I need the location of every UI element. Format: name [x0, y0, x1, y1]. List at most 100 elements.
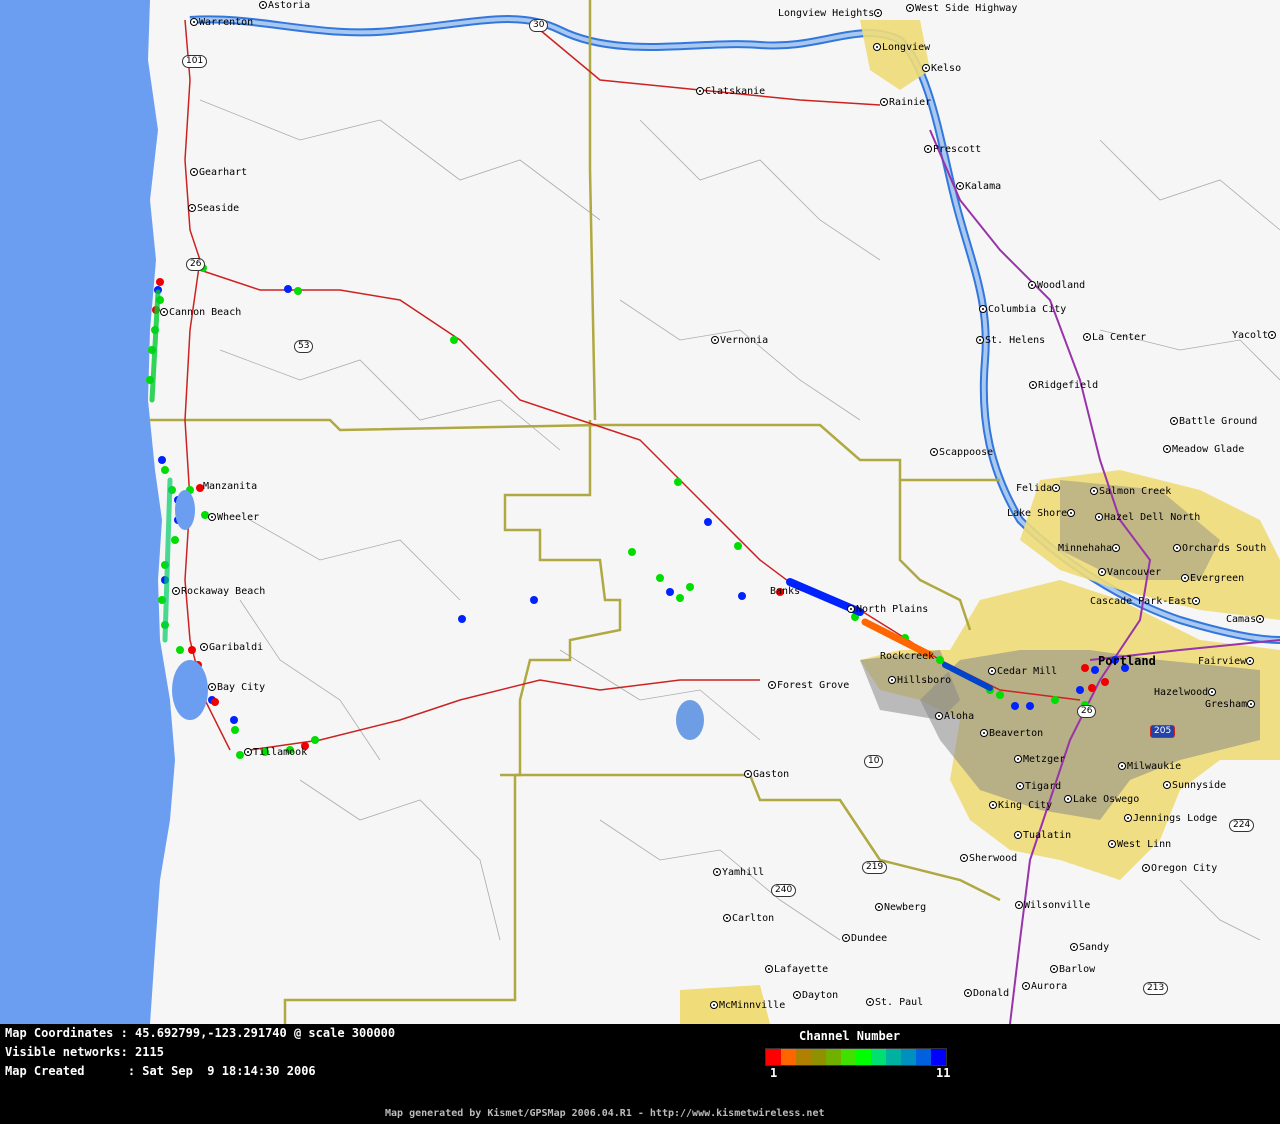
city-label: Gearhart	[190, 168, 247, 178]
city-label: Scappoose	[930, 448, 993, 458]
city-label: Fairview	[1198, 657, 1255, 667]
channel-color-scale	[765, 1048, 947, 1066]
city-label: Sandy	[1070, 943, 1109, 953]
map-canvas[interactable]: Astoria Warrenton Longview Heights West …	[0, 0, 1280, 1024]
city-label: Barlow	[1050, 965, 1095, 975]
city-label: Prescott	[924, 145, 981, 155]
city-label: Lake Oswego	[1064, 795, 1139, 805]
legend-swatch	[871, 1049, 886, 1065]
city-label: Rockaway Beach	[172, 587, 265, 597]
legend-swatch	[826, 1049, 841, 1065]
highway-shield: 213	[1143, 982, 1169, 995]
city-label: Kelso	[922, 64, 961, 74]
city-label: Gaston	[744, 770, 789, 780]
map-created: Map Created : Sat Sep 9 18:14:30 2006	[5, 1064, 316, 1078]
legend-swatch	[901, 1049, 916, 1065]
interstate-shield: 205	[1150, 725, 1176, 738]
city-label: Kalama	[956, 182, 1001, 192]
city-label: Carlton	[723, 914, 774, 924]
city-label: Garibaldi	[200, 643, 263, 653]
city-label: Yamhill	[713, 868, 764, 878]
city-label: Beaverton	[980, 729, 1043, 739]
legend-title: Channel Number	[799, 1029, 901, 1043]
city-label: Rockcreek	[880, 651, 935, 662]
city-label: West Linn	[1108, 840, 1171, 850]
city-label: Manzanita	[203, 481, 258, 492]
highway-shield: 101	[182, 55, 208, 68]
city-label: Aurora	[1022, 982, 1067, 992]
city-label: Rainier	[880, 98, 931, 108]
legend-swatch	[796, 1049, 811, 1065]
highway-shield: 26	[186, 258, 206, 271]
legend-swatch	[766, 1049, 781, 1065]
city-label: Ridgefield	[1029, 381, 1098, 391]
city-label: Metzger	[1014, 755, 1065, 765]
city-label: Dundee	[842, 934, 887, 944]
legend-max: 11	[936, 1066, 951, 1080]
city-label: Wheeler	[208, 513, 259, 523]
city-label: Jennings Lodge	[1124, 814, 1217, 824]
city-label: Felida	[1016, 484, 1061, 494]
city-label: Clatskanie	[696, 87, 765, 97]
city-label: Donald	[964, 989, 1009, 999]
city-label: Longview Heights	[778, 9, 883, 19]
city-label: Astoria	[259, 1, 310, 11]
city-label: Cascade Park-East	[1090, 597, 1201, 607]
city-label: Dayton	[793, 991, 838, 1001]
city-label: Hazel Dell North	[1095, 513, 1200, 523]
city-label: Meadow Glade	[1163, 445, 1244, 455]
city-label: Camas	[1226, 615, 1265, 625]
city-label: Bay City	[208, 683, 265, 693]
city-label: Yacolt	[1232, 331, 1277, 341]
city-label: Newberg	[875, 903, 926, 913]
legend-swatch	[781, 1049, 796, 1065]
city-label: Minnehaha	[1058, 544, 1121, 554]
city-label: West Side Highway	[906, 4, 1017, 14]
city-label: Forest Grove	[768, 681, 849, 691]
highway-shield: 10	[864, 755, 884, 768]
city-label: Oregon City	[1142, 864, 1217, 874]
city-label: North Plains	[847, 605, 928, 615]
highway-shield: 30	[529, 19, 549, 32]
city-label: Sherwood	[960, 854, 1017, 864]
city-label: Lake Shore	[1007, 509, 1076, 519]
ocean	[0, 0, 175, 1024]
city-label: King City	[989, 801, 1052, 811]
legend-min: 1	[770, 1066, 778, 1080]
legend-swatch	[856, 1049, 871, 1065]
city-label: McMinnville	[710, 1001, 785, 1011]
city-label: Seaside	[188, 204, 239, 214]
city-label: Milwaukie	[1118, 762, 1181, 772]
highway-shield: 224	[1229, 819, 1255, 832]
legend-swatch	[886, 1049, 901, 1065]
map-info-footer: Map Coordinates : 45.692799,-123.291740 …	[0, 1024, 1280, 1124]
map-coordinates: Map Coordinates : 45.692799,-123.291740 …	[5, 1026, 396, 1040]
city-label: La Center	[1083, 333, 1146, 343]
city-label: Longview	[873, 43, 930, 53]
highway-shield: 26	[1077, 705, 1097, 718]
city-label: Lafayette	[765, 965, 828, 975]
city-label: Hillsboro	[888, 676, 951, 686]
credit-line: Map generated by Kismet/GPSMap 2006.04.R…	[385, 1108, 825, 1119]
city-label: Wilsonville	[1015, 901, 1090, 911]
city-label: Cedar Mill	[988, 667, 1057, 677]
legend-swatch	[916, 1049, 931, 1065]
map-base	[0, 0, 1280, 1024]
city-label: Sunnyside	[1163, 781, 1226, 791]
city-label: Woodland	[1028, 281, 1085, 291]
city-label: Tillamook	[244, 748, 307, 758]
city-label: St. Helens	[976, 336, 1045, 346]
city-label: Columbia City	[979, 305, 1066, 315]
legend-swatch	[931, 1049, 946, 1065]
city-label: Portland	[1098, 654, 1156, 668]
highway-shield: 219	[862, 861, 888, 874]
city-label: Tigard	[1016, 782, 1061, 792]
legend-swatch	[841, 1049, 856, 1065]
city-label: Tualatin	[1014, 831, 1071, 841]
city-label: Warrenton	[190, 18, 253, 28]
city-label: Vernonia	[711, 336, 768, 346]
city-label: Aloha	[935, 712, 974, 722]
city-label: Orchards South	[1173, 544, 1266, 554]
highway-shield: 240	[771, 884, 797, 897]
city-label: St. Paul	[866, 998, 923, 1008]
